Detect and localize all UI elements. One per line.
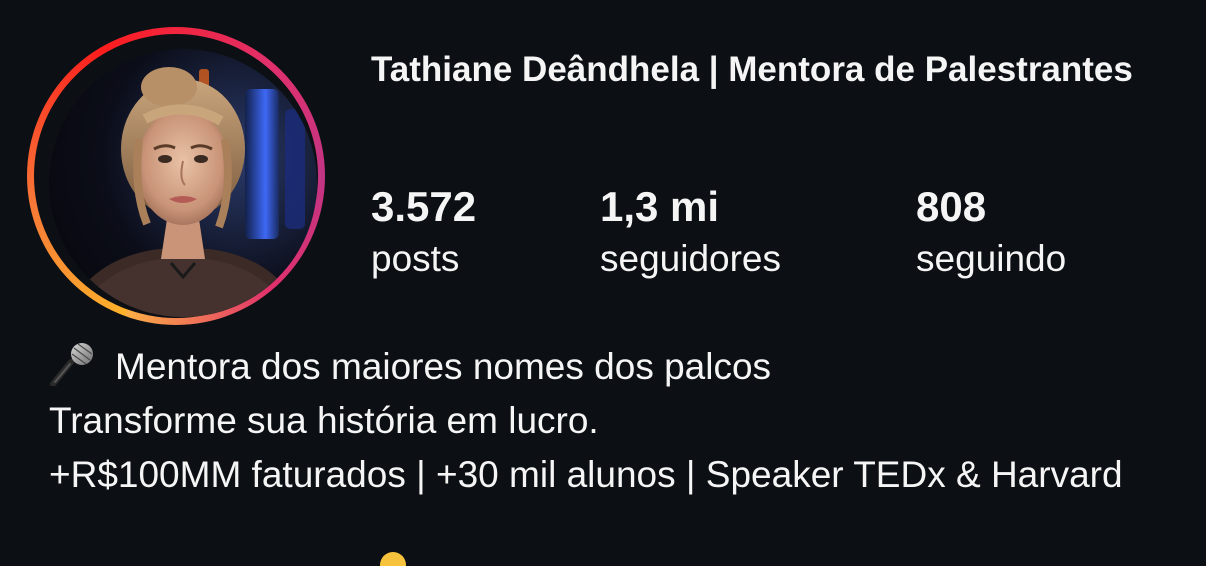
emoji-icon — [380, 552, 406, 566]
following-count[interactable]: 808 seguindo — [916, 181, 1066, 285]
bio-line-3: +R$100MM faturados | +30 mil alunos | Sp… — [49, 454, 1123, 495]
followers-count[interactable]: 1,3 mi seguidores — [600, 181, 781, 285]
microphone-icon — [49, 342, 101, 387]
following-value: 808 — [916, 183, 987, 230]
profile-name: Tathiane Deândhela | Mentora de Palestra… — [371, 50, 1133, 89]
bio-line-1: Mentora dos maiores nomes dos palcos — [49, 340, 1179, 394]
following-label: seguindo — [916, 238, 1067, 279]
posts-label: posts — [371, 238, 460, 279]
followers-value: 1,3 mi — [600, 183, 720, 230]
bio-line-1-text: Mentora dos maiores nomes dos palcos — [115, 346, 772, 387]
followers-label: seguidores — [600, 238, 782, 279]
posts-value: 3.572 — [371, 183, 477, 230]
bio: Mentora dos maiores nomes dos palcos Tra… — [49, 340, 1179, 502]
avatar-portrait — [69, 67, 305, 317]
avatar[interactable] — [49, 49, 317, 317]
avatar-story-ring[interactable] — [27, 27, 325, 325]
posts-count[interactable]: 3.572 posts — [371, 181, 476, 285]
avatar-ring-gap — [34, 34, 318, 318]
bio-line-2: Transforme sua história em lucro. — [49, 400, 599, 441]
